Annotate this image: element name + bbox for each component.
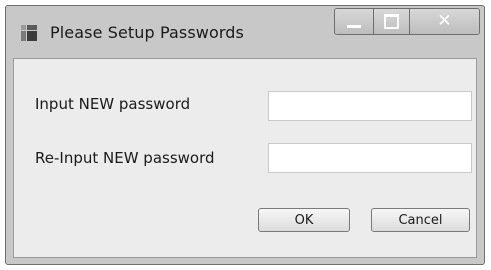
password-setup-dialog: Please Setup Passwords ✕ Input NEW passw… <box>5 5 485 265</box>
confirm-password-label: Re-Input NEW password <box>35 149 215 167</box>
window-title: Please Setup Passwords <box>50 23 244 42</box>
dialog-content: Input NEW password Re-Input NEW password… <box>13 58 477 258</box>
minimize-button[interactable] <box>335 9 373 34</box>
app-icon <box>21 25 37 41</box>
cancel-button[interactable]: Cancel <box>371 208 470 232</box>
new-password-input[interactable] <box>268 91 472 121</box>
close-icon: ✕ <box>437 11 452 31</box>
title-bar[interactable]: Please Setup Passwords ✕ <box>6 6 484 58</box>
maximize-button[interactable] <box>373 9 409 34</box>
ok-button[interactable]: OK <box>258 208 350 232</box>
minimize-icon <box>347 24 361 28</box>
window-controls: ✕ <box>334 8 480 35</box>
close-button[interactable]: ✕ <box>409 9 479 34</box>
new-password-label: Input NEW password <box>35 95 191 113</box>
confirm-password-input[interactable] <box>268 143 472 173</box>
maximize-icon <box>384 14 399 29</box>
